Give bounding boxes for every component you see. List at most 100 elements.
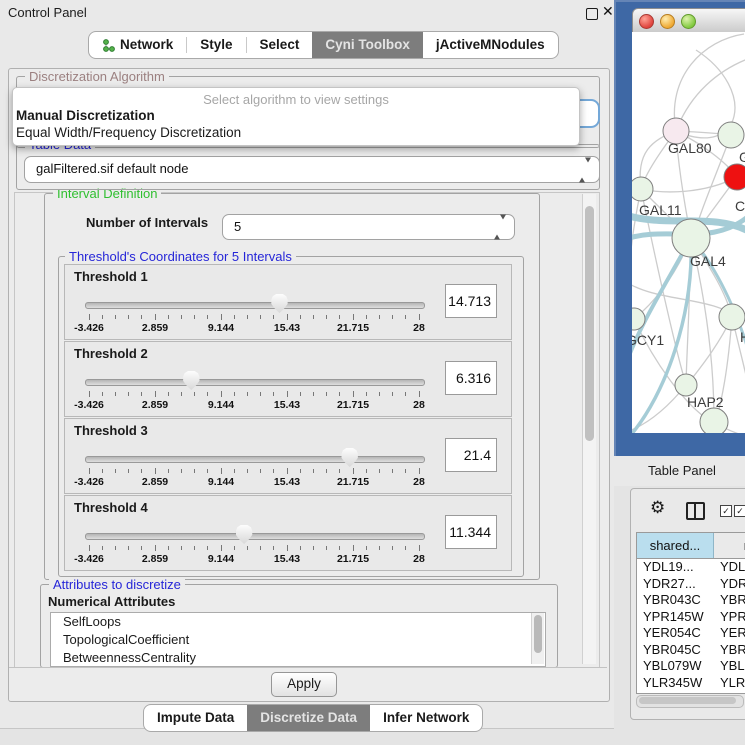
network-node-green[interactable] <box>632 177 653 201</box>
slider-tick <box>326 315 327 319</box>
tab-discretize-data[interactable]: Discretize Data <box>247 705 370 731</box>
checkbox-icon[interactable]: ✓ <box>734 505 745 517</box>
slider-track[interactable] <box>85 456 425 463</box>
tab-style[interactable]: Style <box>187 32 245 58</box>
vertical-scrollbar[interactable] <box>582 194 596 664</box>
network-edge[interactable] <box>642 177 737 192</box>
slider-tick-label: 2.859 <box>142 476 168 488</box>
slider-tick <box>379 546 380 550</box>
threshold-value-field[interactable]: 11.344 <box>445 515 497 549</box>
network-node-green[interactable] <box>700 408 728 433</box>
table-row[interactable]: YPR145WYPR145W <box>637 609 745 626</box>
attribute-list-item[interactable]: TopologicalCoefficient <box>51 631 545 649</box>
thresholds-group-title: Threshold's Coordinates for 5 Intervals <box>65 249 296 264</box>
slider-tick <box>102 546 103 550</box>
threshold-slider[interactable]: -3.4262.8599.14415.4321.71528 <box>89 291 419 335</box>
checkbox-icon[interactable]: ✓ <box>720 505 732 517</box>
scrollbar-thumb[interactable] <box>534 615 542 653</box>
close-traffic-light-icon[interactable] <box>639 14 654 29</box>
slider-tick <box>168 315 169 319</box>
column-header-2[interactable]: name <box>714 533 745 558</box>
attribute-list-item[interactable]: BetweennessCentrality <box>51 649 545 667</box>
slider-tick <box>366 469 367 473</box>
network-edge[interactable] <box>676 58 745 131</box>
slider-track[interactable] <box>85 302 425 309</box>
table-cell: YDR27... <box>637 576 713 593</box>
table-row[interactable]: YIL052CYIL052C <box>637 691 745 694</box>
slider-thumb[interactable] <box>271 294 288 313</box>
scrollbar-thumb[interactable] <box>639 697 736 704</box>
attribute-list-item[interactable]: SelfLoops <box>51 613 545 631</box>
threshold-slider[interactable]: -3.4262.8599.14415.4321.71528 <box>89 445 419 489</box>
tab-network[interactable]: Network <box>89 32 186 58</box>
table-row[interactable]: YLR345WYLR345W <box>637 675 745 692</box>
slider-tick <box>339 469 340 473</box>
slider-tick <box>234 315 235 319</box>
slider-tick <box>419 468 420 474</box>
numerical-attributes-list[interactable]: SelfLoopsTopologicalCoefficientBetweenne… <box>50 612 546 667</box>
close-icon[interactable]: ✕ <box>602 3 614 20</box>
column-layout-icon[interactable] <box>686 502 705 520</box>
attributes-list-scrollbar[interactable] <box>531 613 544 664</box>
algorithm-option-equal-width[interactable]: Equal Width/Frequency Discretization <box>13 124 579 141</box>
network-window-titlebar[interactable] <box>632 8 745 34</box>
slider-tick <box>353 545 354 551</box>
apply-button[interactable]: Apply <box>271 672 337 697</box>
slider-tick <box>273 546 274 550</box>
tab-label: Network <box>120 32 173 58</box>
slider-tick <box>181 392 182 396</box>
float-window-icon[interactable] <box>586 8 598 20</box>
threshold-value-field[interactable]: 6.316 <box>445 361 497 395</box>
slider-tick <box>353 468 354 474</box>
network-node-red[interactable] <box>724 164 745 190</box>
network-node-green[interactable] <box>675 374 697 396</box>
slider-tick <box>247 546 248 550</box>
table-row[interactable]: YDL19...YDL19... <box>637 559 745 576</box>
slider-thumb[interactable] <box>183 371 200 390</box>
network-node-green[interactable] <box>719 304 745 330</box>
stepper-icon <box>494 220 506 235</box>
tab-label: Style <box>200 32 232 58</box>
attributes-group-title: Attributes to discretize <box>49 577 185 592</box>
threshold-value-field[interactable]: 21.4 <box>445 438 497 472</box>
algorithm-option-manual[interactable]: Manual Discretization <box>13 107 579 124</box>
node-attribute-table[interactable]: shared...name YDL19...YDL19...YDR27...YD… <box>636 532 745 694</box>
slider-tick <box>141 469 142 473</box>
tab-cyni-toolbox[interactable]: Cyni Toolbox <box>312 32 423 58</box>
slider-thumb[interactable] <box>236 525 253 544</box>
slider-tick <box>155 314 156 320</box>
network-node-green[interactable] <box>672 219 710 257</box>
slider-track[interactable] <box>85 533 425 540</box>
slider-tick <box>207 315 208 319</box>
tab-impute-data[interactable]: Impute Data <box>144 705 247 731</box>
network-node-green[interactable] <box>718 122 744 148</box>
slider-tick <box>405 546 406 550</box>
zoom-traffic-light-icon[interactable] <box>681 14 696 29</box>
threshold-slider[interactable]: -3.4262.8599.14415.4321.71528 <box>89 368 419 412</box>
slider-tick-label: 15.43 <box>274 399 300 411</box>
slider-tick <box>419 314 420 320</box>
tab-select[interactable]: Select <box>247 32 313 58</box>
scrollbar-thumb[interactable] <box>585 206 594 441</box>
minimize-traffic-light-icon[interactable] <box>660 14 675 29</box>
slider-tick <box>379 469 380 473</box>
column-header-1[interactable]: shared... <box>637 533 714 558</box>
table-row[interactable]: YBL079WYBL079W <box>637 658 745 675</box>
table-row[interactable]: YDR27...YDR27... <box>637 576 745 593</box>
threshold-panel-1: Threshold 1-3.4262.8599.14415.4321.71528… <box>64 264 512 340</box>
tab-jactivemnodules[interactable]: jActiveMNodules <box>423 32 558 58</box>
network-canvas[interactable]: GAL80GACGAL11GAL4GCY1HHAP2 <box>632 32 745 433</box>
slider-thumb[interactable] <box>341 448 358 467</box>
threshold-value-field[interactable]: 14.713 <box>445 284 497 318</box>
tab-infer-network[interactable]: Infer Network <box>370 705 482 731</box>
horizontal-scrollbar[interactable] <box>636 695 744 708</box>
table-row[interactable]: YBR043CYBR043C <box>637 592 745 609</box>
gear-icon[interactable]: ⚙ <box>650 499 665 516</box>
threshold-slider[interactable]: -3.4262.8599.14415.4321.71528 <box>89 522 419 566</box>
table-row[interactable]: YER054CYER054C <box>637 625 745 642</box>
number-of-intervals-combobox[interactable]: 5 <box>222 214 515 240</box>
slider-tick-label: 21.715 <box>337 322 369 334</box>
slider-track[interactable] <box>85 379 425 386</box>
table-row[interactable]: YBR045CYBR045C <box>637 642 745 659</box>
slider-tick <box>392 546 393 550</box>
